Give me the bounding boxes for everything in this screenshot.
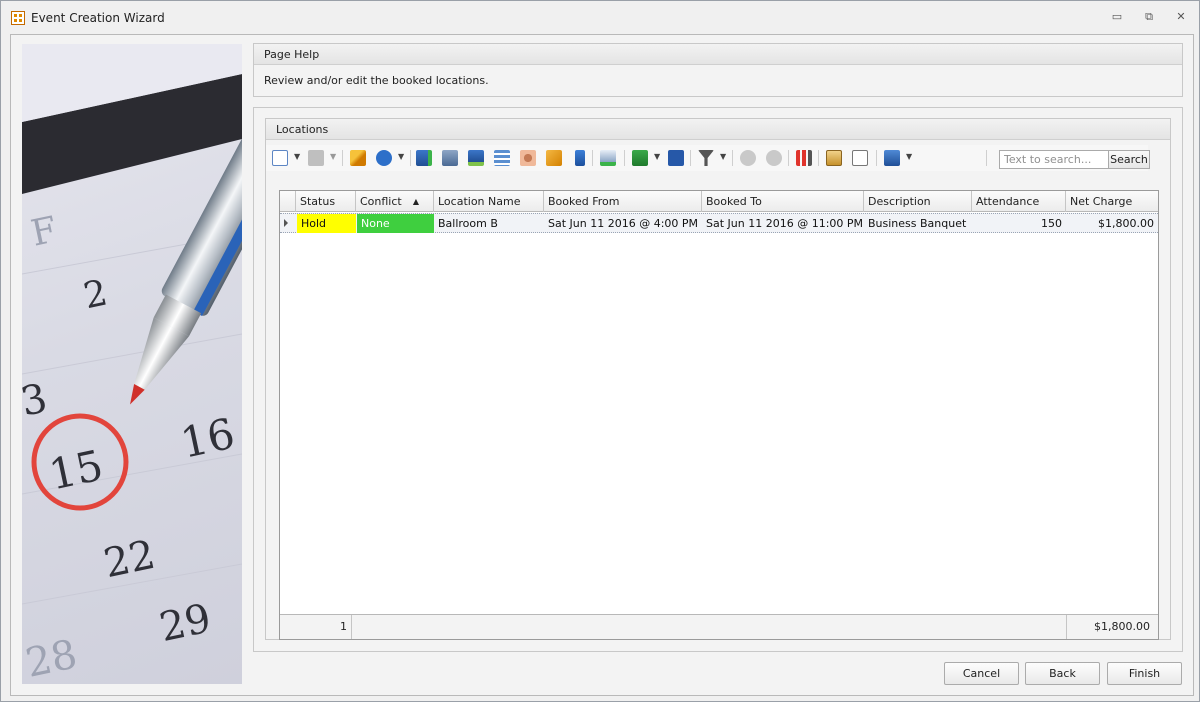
column-header-booked-from[interactable]: Booked From xyxy=(544,191,702,212)
list-icon[interactable] xyxy=(494,150,510,166)
booked-to-cell[interactable]: Sat Jun 11 2016 @ 11:00 PM xyxy=(702,214,864,233)
column-header-conflict[interactable]: Conflict ▲ xyxy=(356,191,434,212)
column-header-booked-to[interactable]: Booked To xyxy=(702,191,864,212)
wizard-content: F 2 3 15 16 22 28 29 Page Help Review an… xyxy=(10,34,1194,696)
description-cell[interactable]: Business Banquet xyxy=(864,214,972,233)
save-icon[interactable] xyxy=(884,150,900,166)
window-title: Event Creation Wizard xyxy=(31,11,165,25)
locations-frame: Locations ▼ ▼ ▼ ▼ ▼ ▼ Text to search... … xyxy=(253,107,1183,652)
location-name-cell[interactable]: Ballroom B xyxy=(434,214,544,233)
chevron-down-icon[interactable]: ▼ xyxy=(294,152,300,161)
conflict-cell[interactable]: None xyxy=(357,214,434,233)
title-bar: Event Creation Wizard ▭ ⧉ ✕ xyxy=(1,1,1199,35)
back-button[interactable]: Back xyxy=(1025,662,1100,685)
calendar-digit: 3 xyxy=(22,375,51,425)
toolbar-separator xyxy=(876,150,877,166)
minimize-icon[interactable]: ▭ xyxy=(1109,10,1125,24)
wizard-window: Event Creation Wizard ▭ ⧉ ✕ F 2 3 15 16 … xyxy=(0,0,1200,702)
move-down-icon[interactable] xyxy=(766,150,782,166)
toolbar-separator xyxy=(624,150,625,166)
toolbar-separator xyxy=(410,150,411,166)
page-help-group: Page Help Review and/or edit the booked … xyxy=(253,43,1183,97)
column-header-description[interactable]: Description xyxy=(864,191,972,212)
column-header-attendance[interactable]: Attendance xyxy=(972,191,1066,212)
toolbar-separator xyxy=(986,150,987,166)
toolbar-separator xyxy=(732,150,733,166)
restore-icon[interactable]: ⧉ xyxy=(1141,10,1157,24)
chevron-down-icon[interactable]: ▼ xyxy=(330,152,336,161)
clipboard-icon[interactable] xyxy=(826,150,842,166)
chevron-down-icon[interactable]: ▼ xyxy=(906,152,912,161)
calendar-digit: 16 xyxy=(176,409,238,468)
sort-ascending-icon: ▲ xyxy=(412,197,419,206)
search-input[interactable] xyxy=(999,150,1109,169)
locations-grid: Status Conflict ▲ Location Name Booked F… xyxy=(279,190,1159,640)
preview-icon[interactable] xyxy=(852,150,868,166)
grid-header: Status Conflict ▲ Location Name Booked F… xyxy=(280,191,1158,212)
add-location-icon[interactable] xyxy=(416,150,432,166)
status-cell[interactable]: Hold xyxy=(297,214,356,233)
column-header-status[interactable]: Status xyxy=(296,191,356,212)
chevron-down-icon[interactable]: ▼ xyxy=(720,152,726,161)
calendar-digit: 15 xyxy=(45,441,107,500)
row-indicator-header xyxy=(280,191,296,212)
report-icon[interactable] xyxy=(668,150,684,166)
booked-from-cell[interactable]: Sat Jun 11 2016 @ 4:00 PM xyxy=(544,214,702,233)
column-header-location-name[interactable]: Location Name xyxy=(434,191,544,212)
search-button[interactable]: Search xyxy=(1108,150,1150,169)
locations-group: Locations ▼ ▼ ▼ ▼ ▼ ▼ Text to search... … xyxy=(265,118,1171,640)
move-location-icon[interactable] xyxy=(468,150,484,166)
calendar-digit: 29 xyxy=(156,596,215,652)
bandage-icon[interactable] xyxy=(520,150,536,166)
attendance-cell[interactable]: 150 xyxy=(972,214,1066,233)
page-help-text: Review and/or edit the booked locations. xyxy=(264,74,489,87)
calendar-digit: 2 xyxy=(80,272,111,317)
calendar-digit: 28 xyxy=(22,631,81,684)
net-charge-total: $1,800.00 xyxy=(1066,615,1154,639)
toolbar-separator xyxy=(342,150,343,166)
grid-toolbar: ▼ ▼ ▼ ▼ ▼ ▼ Text to search... Search xyxy=(266,145,1150,171)
cup-icon[interactable] xyxy=(575,150,585,166)
info-icon[interactable] xyxy=(376,150,392,166)
close-icon[interactable]: ✕ xyxy=(1173,10,1189,24)
toolbar-separator xyxy=(818,150,819,166)
page-help-header: Page Help xyxy=(254,44,1182,65)
new-document-icon[interactable] xyxy=(272,150,288,166)
copy-icon[interactable] xyxy=(308,150,324,166)
row-indicator-icon xyxy=(284,219,288,227)
app-icon xyxy=(11,11,25,25)
tag-icon[interactable] xyxy=(546,150,562,166)
filter-icon[interactable] xyxy=(698,150,714,166)
cancel-button[interactable]: Cancel xyxy=(944,662,1019,685)
table-row[interactable]: Hold None Ballroom B Sat Jun 11 2016 @ 4… xyxy=(280,213,1158,233)
toolbar-separator xyxy=(788,150,789,166)
table-export-icon[interactable] xyxy=(600,150,616,166)
chevron-down-icon[interactable]: ▼ xyxy=(398,152,404,161)
column-header-label: Conflict xyxy=(360,195,402,208)
locations-header: Locations xyxy=(266,119,1170,140)
chart-icon[interactable] xyxy=(796,150,812,166)
move-up-icon[interactable] xyxy=(740,150,756,166)
toolbar-separator xyxy=(592,150,593,166)
row-count: 1 xyxy=(296,615,352,639)
toolbar-separator xyxy=(690,150,691,166)
finish-button[interactable]: Finish xyxy=(1107,662,1182,685)
edit-pencil-icon[interactable] xyxy=(350,150,366,166)
duplicate-location-icon[interactable] xyxy=(442,150,458,166)
calendar-pen-illustration: F 2 3 15 16 22 28 29 xyxy=(22,44,242,684)
chevron-down-icon[interactable]: ▼ xyxy=(654,152,660,161)
grid-footer: 1 $1,800.00 xyxy=(280,614,1158,639)
calendar-digit: F xyxy=(28,209,61,254)
calendar-digit: 22 xyxy=(100,532,159,588)
column-header-net-charge[interactable]: Net Charge xyxy=(1066,191,1158,212)
columns-icon[interactable] xyxy=(632,150,648,166)
calendar-photo: F 2 3 15 16 22 28 29 xyxy=(22,44,242,684)
net-charge-cell[interactable]: $1,800.00 xyxy=(1066,214,1158,233)
